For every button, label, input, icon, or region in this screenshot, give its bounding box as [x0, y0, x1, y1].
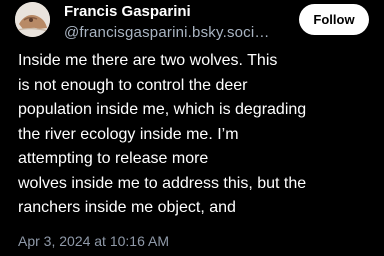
- follow-button[interactable]: Follow: [299, 4, 369, 35]
- post-text-line: attempting to release more: [18, 150, 209, 167]
- author-display-name[interactable]: Francis Gasparini: [64, 2, 274, 22]
- post-timestamp[interactable]: Apr 3, 2024 at 10:16 AM: [18, 233, 169, 249]
- post-text: Inside me there are two wolves. This is …: [18, 49, 378, 221]
- post-text-line: Inside me there are two wolves. This: [18, 52, 278, 69]
- author-block: Francis Gasparini @francisgasparini.bsky…: [64, 2, 274, 44]
- avatar[interactable]: [15, 2, 50, 37]
- post-text-line: population inside me, which is degrading: [18, 101, 307, 118]
- post-text-line: wolves inside me to address this, but th…: [18, 174, 307, 192]
- author-handle[interactable]: @francisgasparini.bsky.soci…: [64, 22, 274, 44]
- post-text-line: is not enough to control the deer: [18, 76, 248, 94]
- post-text-line: the river ecology inside me. I’m: [18, 125, 239, 143]
- post-card: Francis Gasparini @francisgasparini.bsky…: [0, 0, 384, 256]
- user-avatar-icon: [15, 2, 50, 37]
- post-text-line: ranchers inside me object, and: [18, 199, 236, 216]
